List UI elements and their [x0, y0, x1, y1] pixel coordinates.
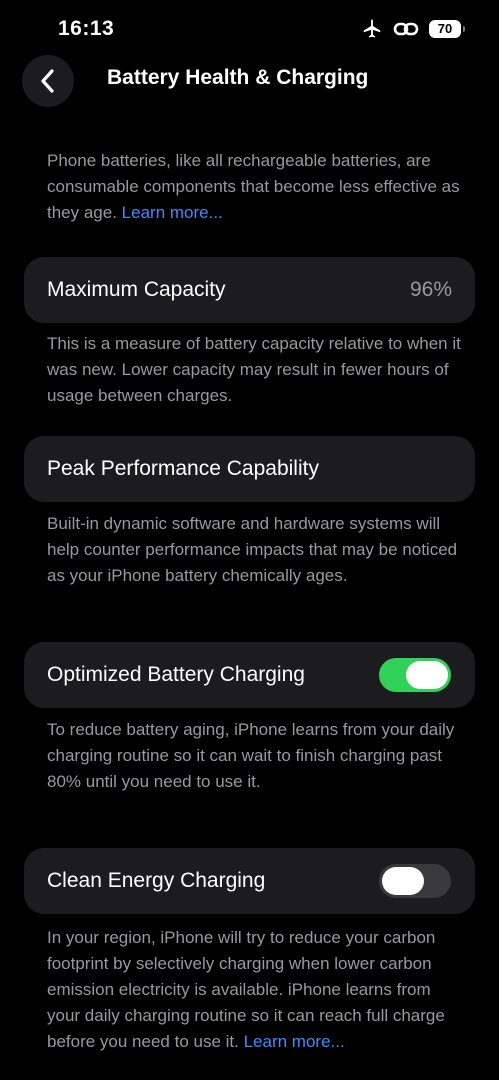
toggle-knob: [406, 661, 448, 689]
clean-energy-card: Clean Energy Charging: [24, 848, 475, 914]
back-button[interactable]: [22, 55, 74, 107]
status-icons: 70: [361, 18, 465, 40]
peak-performance-label: Peak Performance Capability: [47, 457, 319, 480]
peak-performance-card[interactable]: Peak Performance Capability: [24, 436, 475, 502]
battery-icon: 70: [429, 20, 465, 38]
maximum-capacity-card: Maximum Capacity 96%: [24, 257, 475, 323]
optimized-charging-toggle[interactable]: [379, 658, 451, 692]
link-icon: [393, 18, 419, 40]
clean-energy-toggle[interactable]: [379, 864, 451, 898]
maximum-capacity-value: 96%: [409, 278, 452, 301]
airplane-icon: [361, 18, 383, 40]
clean-energy-description: In your region, iPhone will try to reduc…: [47, 925, 467, 1055]
intro-description: Phone batteries, like all rechargeable b…: [47, 148, 467, 226]
maximum-capacity-label: Maximum Capacity: [47, 278, 226, 301]
status-time: 16:13: [58, 17, 115, 40]
clean-energy-learn-more-link[interactable]: Learn more...: [244, 1032, 345, 1051]
optimized-charging-label: Optimized Battery Charging: [47, 663, 305, 686]
toggle-knob: [382, 867, 424, 895]
intro-learn-more-link[interactable]: Learn more...: [122, 203, 223, 222]
peak-performance-description: Built-in dynamic software and hardware s…: [47, 514, 458, 585]
status-bar: 16:13 70: [0, 0, 499, 56]
maximum-capacity-description: This is a measure of battery capacity re…: [47, 334, 461, 405]
optimized-charging-card: Optimized Battery Charging: [24, 642, 475, 708]
optimized-charging-description: To reduce battery aging, iPhone learns f…: [47, 720, 455, 791]
page-title: Battery Health & Charging: [107, 66, 369, 89]
clean-energy-label: Clean Energy Charging: [47, 869, 266, 892]
intro-text: Phone batteries, like all rechargeable b…: [47, 151, 460, 222]
chevron-left-icon: [41, 69, 54, 93]
